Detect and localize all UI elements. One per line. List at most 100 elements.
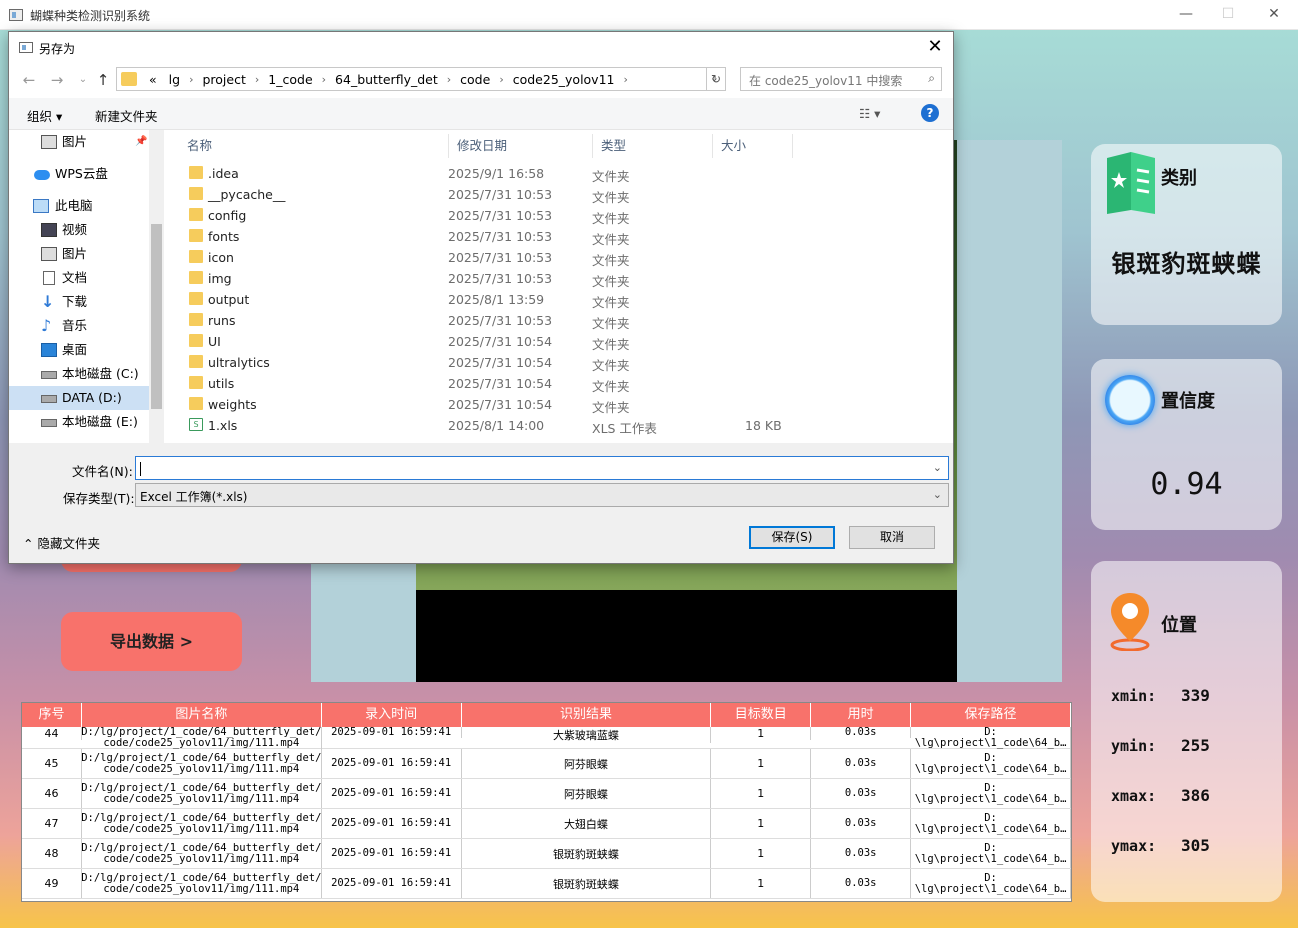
- cell-time: 2025-09-01 16:59:41: [322, 839, 462, 868]
- save-as-dialog: 另存为 ✕ ← → ⌄ ↑ «lg › project › 1_code › 64_butt…: [8, 31, 954, 564]
- chevron-down-icon[interactable]: ⌄: [933, 488, 942, 501]
- view-options-icon[interactable]: ☷ ▾: [859, 106, 880, 121]
- export-data-button[interactable]: 导出数据 >: [61, 612, 242, 671]
- folder-icon: [189, 355, 203, 368]
- filename-input[interactable]: ⌄: [135, 456, 949, 480]
- list-item[interactable]: output 2025/8/1 13:59 文件夹: [183, 289, 783, 310]
- column-header[interactable]: 用时: [811, 703, 912, 727]
- dialog-close-icon[interactable]: ✕: [925, 36, 945, 57]
- chevron-right-icon[interactable]: ›: [444, 72, 454, 88]
- breadcrumb-item[interactable]: 64_butterfly_det: [329, 72, 444, 88]
- book-icon: [1107, 152, 1155, 214]
- chevron-right-icon[interactable]: ›: [252, 72, 262, 88]
- folder-icon: [189, 166, 203, 179]
- folder-icon: [189, 229, 203, 242]
- table-row[interactable]: 47 D:/lg/project/1_code/64_butterfly_det/…: [22, 809, 1071, 839]
- column-header[interactable]: 录入时间: [322, 703, 462, 727]
- new-folder-button[interactable]: 新建文件夹: [95, 106, 158, 125]
- maximize-icon[interactable]: ☐: [1218, 4, 1238, 24]
- organize-button[interactable]: 组织 ▾: [27, 106, 62, 125]
- sidebar-item-drive-c[interactable]: 本地磁盘 (C:): [9, 362, 149, 386]
- chevron-right-icon[interactable]: ›: [319, 72, 329, 88]
- list-item[interactable]: ultralytics 2025/7/31 10:54 文件夹: [183, 352, 783, 373]
- cell-time: 2025-09-01 16:59:41: [322, 727, 462, 738]
- list-item[interactable]: runs 2025/7/31 10:53 文件夹: [183, 310, 783, 331]
- sidebar-item-documents[interactable]: 文档: [9, 266, 149, 290]
- confidence-value: 0.94: [1150, 467, 1223, 502]
- results-table[interactable]: 序号 图片名称 录入时间 识别结果 目标数目 用时 保存路径 44 D:/lg/p…: [21, 702, 1072, 902]
- back-arrow-icon[interactable]: ←: [19, 70, 39, 90]
- breadcrumb-item[interactable]: project: [196, 72, 251, 88]
- filetype-select[interactable]: Excel 工作簿(*.xls) ⌄: [135, 483, 949, 507]
- breadcrumb-item[interactable]: «: [143, 72, 163, 88]
- close-icon[interactable]: ✕: [1264, 4, 1284, 24]
- table-row[interactable]: 48 D:/lg/project/1_code/64_butterfly_det/…: [22, 839, 1071, 869]
- sidebar-item-this-pc[interactable]: 此电脑: [9, 194, 149, 218]
- chevron-down-icon[interactable]: ⌄: [933, 461, 942, 474]
- cell-time: 2025-09-01 16:59:41: [322, 749, 462, 778]
- title-bar: 蝴蝶种类检测识别系统 — ☐ ✕: [0, 0, 1298, 30]
- chevron-right-icon[interactable]: ›: [621, 72, 631, 88]
- list-item[interactable]: UI 2025/7/31 10:54 文件夹: [183, 331, 783, 352]
- list-item[interactable]: S 1.xls 2025/8/1 14:00 XLS 工作表 18 KB: [183, 415, 783, 436]
- file-name: output: [208, 292, 250, 307]
- column-size[interactable]: 大小: [713, 134, 793, 158]
- cell-id: 44: [22, 727, 82, 740]
- position-label: 位置: [1161, 615, 1197, 636]
- breadcrumb-item[interactable]: lg: [163, 72, 186, 88]
- list-item[interactable]: icon 2025/7/31 10:53 文件夹: [183, 247, 783, 268]
- table-row[interactable]: 49 D:/lg/project/1_code/64_butterfly_det/…: [22, 869, 1071, 899]
- list-item[interactable]: img 2025/7/31 10:53 文件夹: [183, 268, 783, 289]
- sidebar-item-music[interactable]: ♪ 音乐: [9, 314, 149, 338]
- forward-arrow-icon[interactable]: →: [47, 70, 67, 90]
- list-item[interactable]: weights 2025/7/31 10:54 文件夹: [183, 394, 783, 415]
- sidebar-item-drive-e[interactable]: 本地磁盘 (E:): [9, 410, 149, 434]
- breadcrumb-item[interactable]: code: [454, 72, 496, 88]
- search-input[interactable]: 在 code25_yolov11 中搜索 ⌕: [740, 67, 942, 91]
- column-date[interactable]: 修改日期: [449, 134, 593, 158]
- address-bar[interactable]: «lg › project › 1_code › 64_butterfly_det › code…: [116, 67, 726, 91]
- sidebar-item-downloads[interactable]: ↓ 下载: [9, 290, 149, 314]
- cell-count: 1: [711, 839, 812, 868]
- cell-id: 45: [22, 749, 82, 778]
- list-item[interactable]: config 2025/7/31 10:53 文件夹: [183, 205, 783, 226]
- list-item[interactable]: .idea 2025/9/1 16:58 文件夹: [183, 163, 783, 184]
- list-item[interactable]: utils 2025/7/31 10:54 文件夹: [183, 373, 783, 394]
- save-button[interactable]: 保存(S): [749, 526, 835, 549]
- cell-image-name: D:/lg/project/1_code/64_butterfly_det/co…: [82, 779, 322, 808]
- list-item[interactable]: fonts 2025/7/31 10:53 文件夹: [183, 226, 783, 247]
- sidebar-scroll-thumb[interactable]: [151, 224, 162, 409]
- chevron-right-icon[interactable]: ›: [186, 72, 196, 88]
- column-header[interactable]: 目标数目: [711, 703, 812, 727]
- cancel-button[interactable]: 取消: [849, 526, 935, 549]
- list-item[interactable]: __pycache__ 2025/7/31 10:53 文件夹: [183, 184, 783, 205]
- table-row[interactable]: 46 D:/lg/project/1_code/64_butterfly_det/…: [22, 779, 1071, 809]
- folder-icon: [189, 271, 203, 284]
- sidebar-item-pictures[interactable]: 图片: [9, 242, 149, 266]
- sidebar-item-desktop[interactable]: 桌面: [9, 338, 149, 362]
- cell-duration: 0.03s: [811, 749, 912, 778]
- recent-chevron-icon[interactable]: ⌄: [73, 70, 93, 90]
- file-name: .idea: [208, 166, 239, 181]
- breadcrumb-item[interactable]: 1_code: [262, 72, 318, 88]
- sidebar-item-pictures-pinned[interactable]: 图片 📌: [9, 130, 149, 154]
- refresh-icon[interactable]: ↻: [706, 67, 726, 91]
- column-header[interactable]: 序号: [22, 703, 82, 727]
- chevron-right-icon[interactable]: ›: [496, 72, 506, 88]
- file-type: 文件夹: [592, 211, 630, 226]
- minimize-icon[interactable]: —: [1176, 4, 1196, 24]
- breadcrumb-item[interactable]: code25_yolov11: [507, 72, 621, 88]
- hide-folders-toggle[interactable]: ⌃ 隐藏文件夹: [23, 533, 100, 552]
- table-row[interactable]: 44 D:/lg/project/1_code/64_butterfly_det/…: [22, 727, 1071, 749]
- column-type[interactable]: 类型: [593, 134, 713, 158]
- help-icon[interactable]: ?: [921, 104, 939, 122]
- column-header[interactable]: 识别结果: [462, 703, 712, 727]
- sidebar-item-drive-d[interactable]: DATA (D:): [9, 386, 149, 410]
- table-row[interactable]: 45 D:/lg/project/1_code/64_butterfly_det/…: [22, 749, 1071, 779]
- column-name[interactable]: 名称: [179, 134, 449, 158]
- sidebar-item-videos[interactable]: 视频: [9, 218, 149, 242]
- sidebar-item-wps-cloud[interactable]: WPS云盘: [9, 162, 149, 186]
- column-header[interactable]: 图片名称: [82, 703, 322, 727]
- up-arrow-icon[interactable]: ↑: [93, 70, 113, 90]
- column-header[interactable]: 保存路径: [911, 703, 1071, 727]
